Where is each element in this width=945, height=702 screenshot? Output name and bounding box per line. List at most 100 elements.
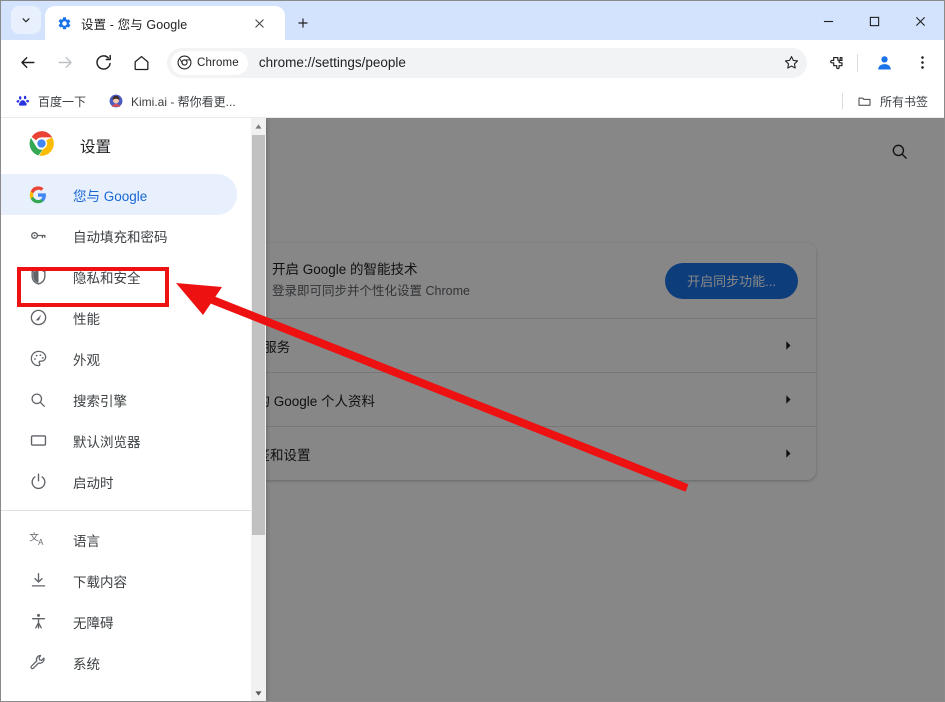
browser-tab-active[interactable]: 设置 - 您与 Google — [45, 6, 285, 40]
browser-window-icon — [28, 431, 48, 451]
sidebar-item-performance[interactable]: 性能 — [1, 297, 237, 338]
sidebar-item-default-browser[interactable]: 默认浏览器 — [1, 420, 237, 461]
sidebar-item-label: 系统 — [73, 656, 100, 672]
wrench-icon — [28, 653, 48, 673]
reload-button[interactable] — [87, 47, 119, 79]
new-tab-button[interactable] — [289, 9, 317, 37]
baidu-paw-icon — [15, 93, 31, 109]
sidebar-item-label: 无障碍 — [73, 615, 114, 631]
tab-close-button[interactable] — [249, 13, 269, 33]
back-button[interactable] — [11, 47, 43, 79]
sidebar-item-label: 外观 — [73, 352, 100, 368]
sidebar-item-label: 启动时 — [73, 475, 114, 491]
chrome-logo-icon — [28, 130, 55, 162]
home-icon — [134, 55, 148, 71]
translate-icon: 文 A — [28, 530, 48, 550]
bookmark-item-kimi[interactable]: Kimi.ai - 帮你看更... — [100, 89, 244, 113]
bookmarks-bar-right: 所有书签 — [841, 89, 936, 113]
sidebar-item-accessibility[interactable]: 无障碍 — [1, 601, 237, 642]
sidebar-item-label: 语言 — [73, 533, 100, 549]
power-icon — [28, 472, 48, 492]
chrome-menu-button[interactable] — [906, 47, 938, 79]
sidebar-item-downloads[interactable]: 下载内容 — [1, 560, 237, 601]
chrome-chip-label: Chrome — [197, 56, 239, 69]
palette-icon — [28, 349, 48, 369]
bookmark-label: 百度一下 — [38, 94, 87, 109]
all-bookmarks-label: 所有书签 — [879, 94, 928, 109]
toolbar-divider — [857, 53, 858, 72]
reload-icon — [95, 54, 111, 70]
sidebar-item-you-and-google[interactable]: 您与 Google — [1, 174, 237, 215]
scroll-up-arrow-icon[interactable] — [251, 118, 266, 134]
bookmark-item-baidu[interactable]: 百度一下 — [7, 89, 94, 113]
back-arrow-icon — [20, 57, 35, 68]
sidebar-item-label: 隐私和安全 — [73, 270, 141, 286]
sidebar-item-label: 下载内容 — [73, 574, 127, 590]
tab-title: 设置 - 您与 Google — [81, 17, 188, 32]
shield-icon — [28, 267, 48, 287]
sidebar-header: 设置 — [1, 118, 266, 174]
sidebar-item-label: 自动填充和密码 — [73, 229, 168, 245]
profile-avatar-icon — [877, 56, 891, 70]
sidebar-divider — [1, 510, 251, 511]
sidebar-item-label: 性能 — [73, 311, 100, 327]
bookmarks-divider — [841, 93, 843, 109]
sidebar-item-languages[interactable]: 文 A 语言 — [1, 519, 237, 560]
extensions-button[interactable] — [821, 47, 853, 79]
speedometer-icon — [28, 308, 48, 328]
chrome-origin-chip: Chrome — [171, 50, 248, 75]
tab-strip: 设置 - 您与 Google — [1, 1, 944, 40]
chrome-logo-icon — [177, 55, 192, 70]
sidebar-item-search-engine[interactable]: 搜索引擎 — [1, 379, 237, 420]
window-minimize-button[interactable] — [805, 2, 851, 41]
sidebar-item-label: 默认浏览器 — [73, 434, 141, 450]
kimi-avatar-icon — [108, 93, 124, 109]
bookmarks-bar: 百度一下 Kimi.ai - 帮你看更... 所有书签 — [1, 85, 944, 118]
sidebar-item-appearance[interactable]: 外观 — [1, 338, 237, 379]
sidebar-item-privacy-security[interactable]: 隐私和安全 — [1, 256, 237, 297]
all-bookmarks-button[interactable]: 所有书签 — [849, 89, 936, 113]
bookmark-star-button[interactable] — [777, 49, 805, 77]
google-g-icon — [28, 185, 48, 205]
address-bar[interactable]: Chrome chrome://settings/people — [167, 47, 807, 78]
sidebar-item-label: 搜索引擎 — [73, 393, 127, 409]
svg-text:A: A — [38, 538, 44, 547]
scroll-down-arrow-icon[interactable] — [251, 685, 266, 701]
sidebar-item-label: 您与 Google — [73, 188, 148, 204]
window-maximize-button[interactable] — [851, 2, 897, 41]
tab-search-button[interactable] — [11, 6, 41, 34]
extensions-puzzle-icon — [829, 56, 843, 70]
bookmark-label: Kimi.ai - 帮你看更... — [131, 94, 236, 109]
settings-sidebar: 设置 您与 Google 自动填充和密码 隐私和安全 性能 外观 搜索引擎 默认… — [1, 118, 266, 701]
browser-toolbar: Chrome chrome://settings/people — [1, 40, 944, 85]
sidebar-nav-list: 您与 Google 自动填充和密码 隐私和安全 性能 外观 搜索引擎 默认浏览器… — [1, 174, 251, 701]
profile-button[interactable] — [868, 47, 900, 79]
search-icon — [28, 390, 48, 410]
sidebar-item-system[interactable]: 系统 — [1, 642, 237, 683]
page-viewport: 开启 Google 的智能技术 登录即可同步并个性化设置 Chrome 开启同步… — [1, 118, 944, 701]
settings-title: 设置 — [80, 139, 112, 156]
home-button[interactable] — [125, 47, 157, 79]
minimize-icon — [823, 20, 833, 23]
window-close-button[interactable] — [897, 2, 943, 41]
maximize-icon — [869, 16, 879, 27]
three-dot-menu-icon — [920, 56, 924, 69]
folder-icon — [857, 93, 873, 109]
sidebar-scrollbar-thumb[interactable] — [252, 135, 265, 535]
download-icon — [28, 571, 48, 591]
close-icon — [915, 16, 925, 27]
settings-gear-icon — [56, 15, 72, 31]
forward-button[interactable] — [49, 47, 81, 79]
window-controls — [805, 2, 943, 41]
sidebar-scrollbar[interactable] — [251, 118, 266, 701]
sidebar-item-on-startup[interactable]: 启动时 — [1, 461, 237, 502]
plus-icon — [298, 18, 308, 28]
sidebar-item-autofill-passwords[interactable]: 自动填充和密码 — [1, 215, 237, 256]
browser-window: 设置 - 您与 Google Chrome chrome://settings/… — [0, 0, 945, 702]
key-icon — [28, 226, 48, 246]
accessibility-icon — [28, 612, 48, 632]
chevron-down-icon — [22, 18, 30, 23]
address-bar-url: chrome://settings/people — [258, 55, 406, 70]
bookmark-star-icon — [784, 56, 798, 69]
forward-arrow-icon — [57, 57, 72, 68]
